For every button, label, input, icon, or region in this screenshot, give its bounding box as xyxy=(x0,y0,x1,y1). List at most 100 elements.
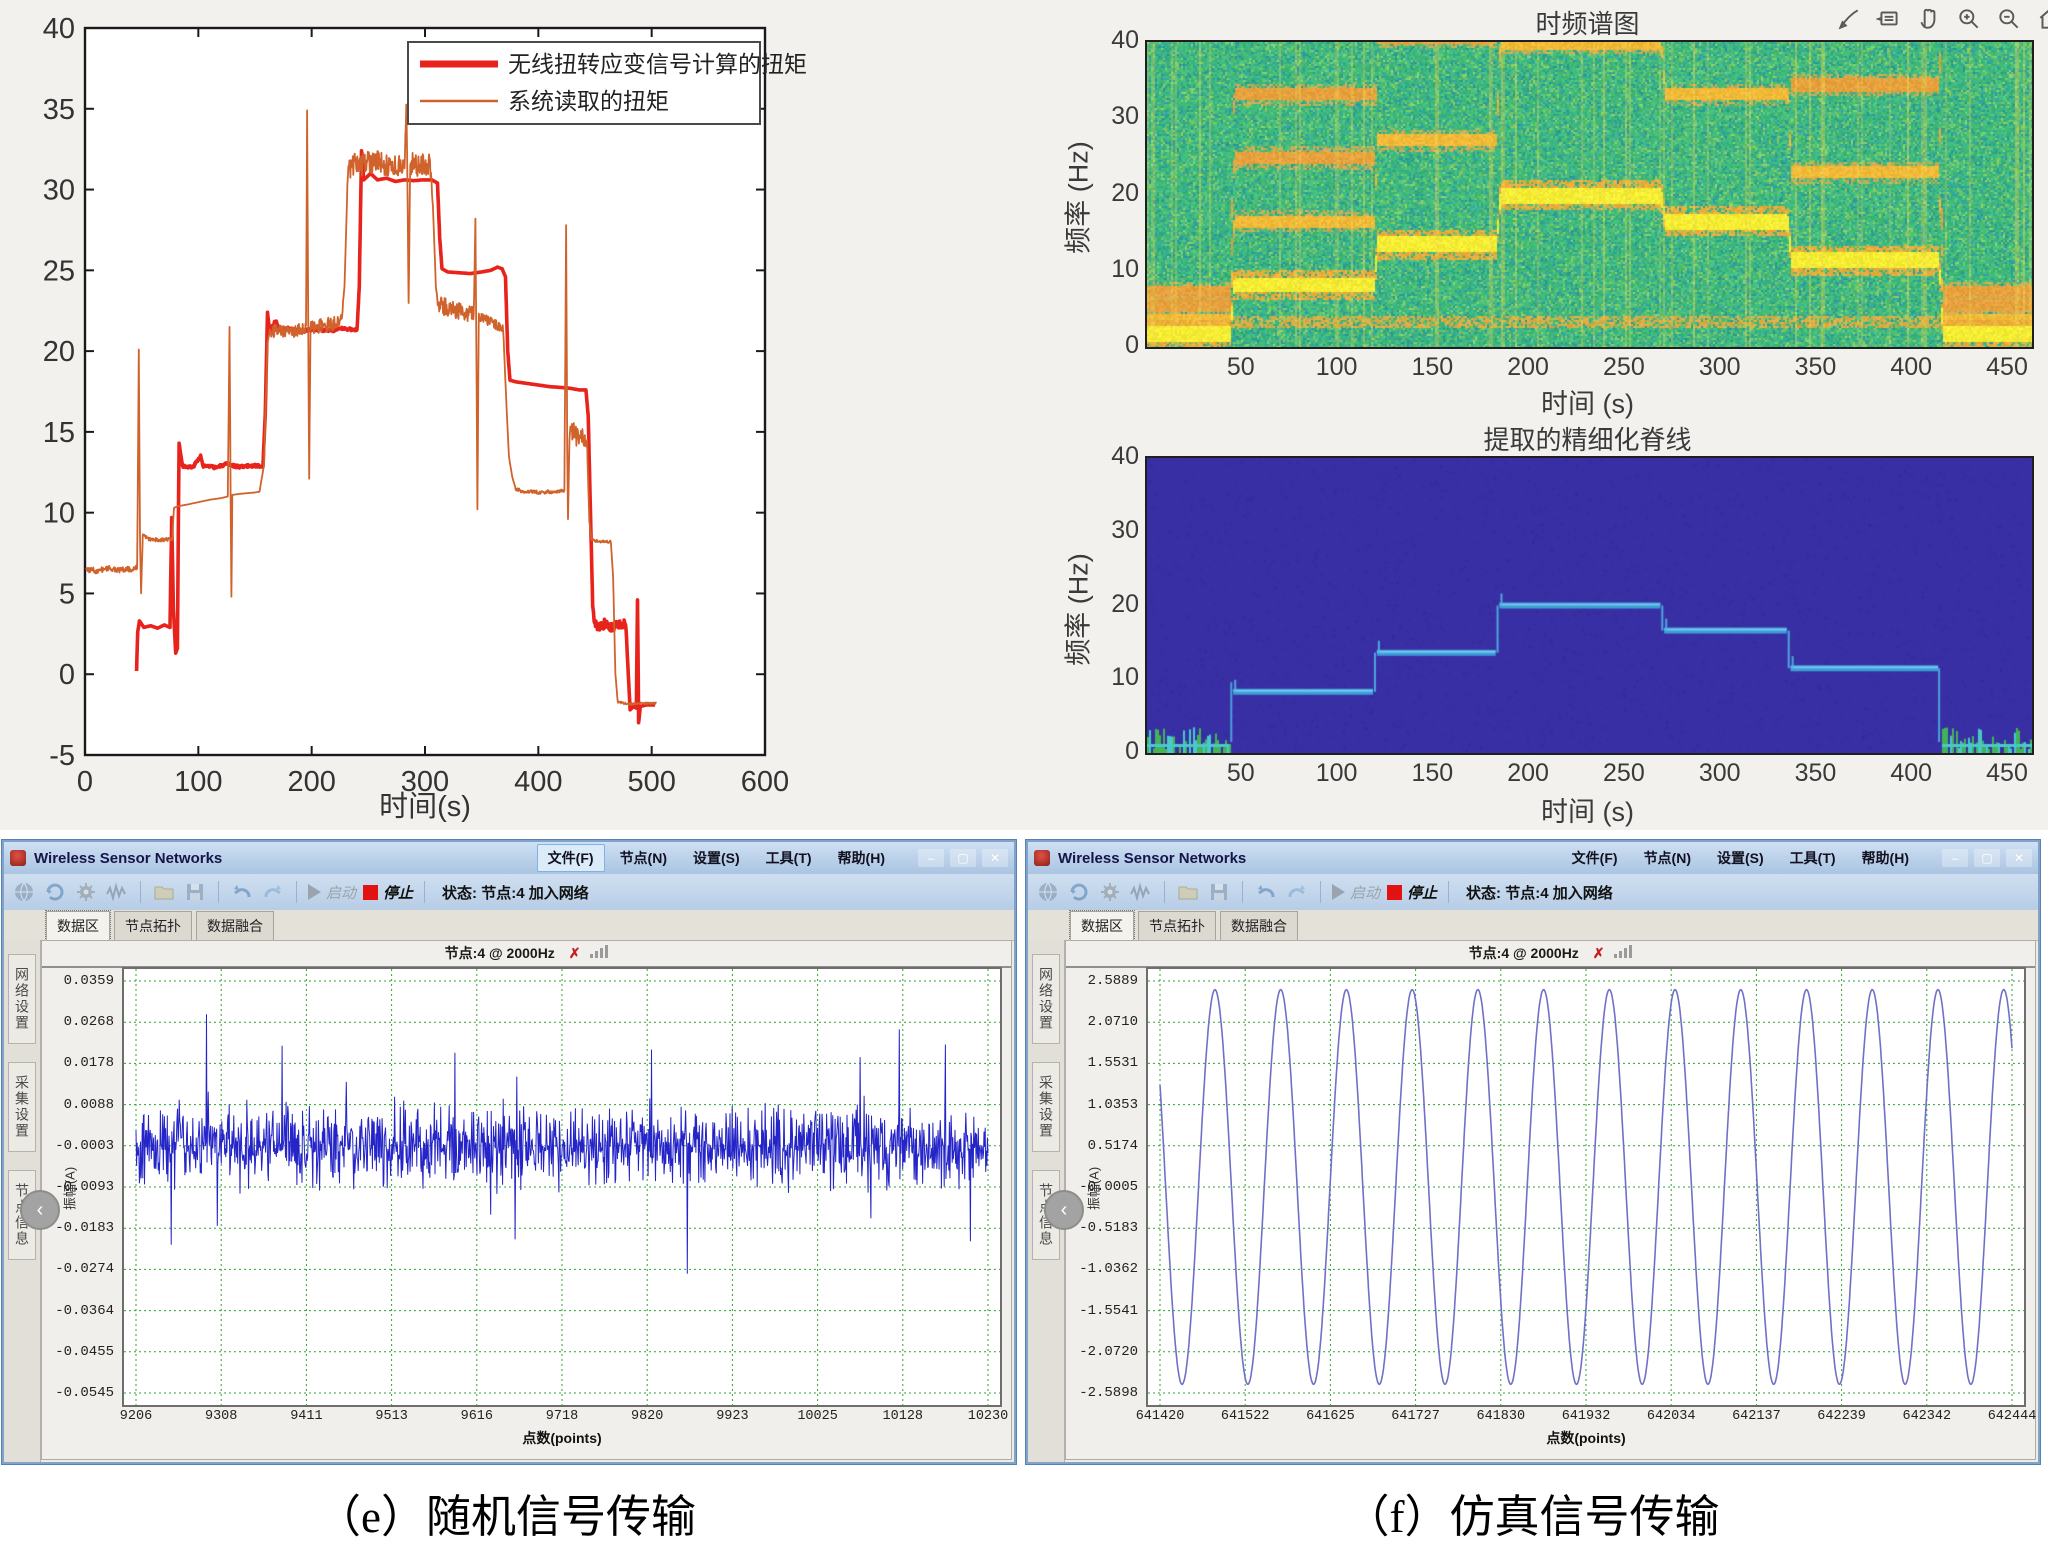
menu-settings[interactable]: 设置(S) xyxy=(1706,844,1775,872)
menu-node[interactable]: 节点(N) xyxy=(609,844,678,872)
collapse-sidebar-button[interactable]: ‹ xyxy=(1044,1190,1084,1230)
zoom-in-icon[interactable] xyxy=(1954,4,1984,34)
y-tick-labels: 2.58892.07101.55311.03530.5174-0.0005-0.… xyxy=(1070,967,1142,1407)
menu-settings[interactable]: 设置(S) xyxy=(682,844,751,872)
x-tick-labels: 6414206415226416256417276418306419326420… xyxy=(1146,1409,2026,1427)
window-content: 网络设置 采集设置 节点信息 ‹ 节点:4 @ 2000Hz ✗ 振幅(A) 0… xyxy=(4,940,1014,1462)
tab-strip: 数据区 节点拓扑 数据融合 xyxy=(1028,910,2038,941)
save-icon[interactable] xyxy=(1207,880,1231,904)
minimize-button[interactable]: – xyxy=(1942,849,1968,867)
open-file-icon[interactable] xyxy=(152,880,176,904)
close-button[interactable]: ✕ xyxy=(2006,849,2032,867)
menu-node[interactable]: 节点(N) xyxy=(1633,844,1702,872)
minimize-button[interactable]: – xyxy=(918,849,944,867)
refresh-icon[interactable] xyxy=(43,880,67,904)
title-bar[interactable]: Wireless Sensor Networks 文件(F) 节点(N) 设置(… xyxy=(1028,842,2038,874)
toolbar: 启动 停止 状态: 节点:4 加入网络 xyxy=(4,874,1014,910)
start-button[interactable]: 启动 xyxy=(308,882,356,903)
tab-data-area[interactable]: 数据区 xyxy=(46,911,110,940)
save-icon[interactable] xyxy=(183,880,207,904)
menu-help[interactable]: 帮助(H) xyxy=(827,844,896,872)
sidebar-tab-network-settings[interactable]: 网络设置 xyxy=(8,954,36,1044)
ridge-y-label: 频率 (Hz) xyxy=(1057,500,1096,720)
wsn-window-right: Wireless Sensor Networks 文件(F) 节点(N) 设置(… xyxy=(1026,840,2040,1464)
wsn-window-left: Wireless Sensor Networks 文件(F) 节点(N) 设置(… xyxy=(2,840,1016,1464)
svg-text:30: 30 xyxy=(43,175,75,207)
pan-icon[interactable] xyxy=(1914,4,1944,34)
stop-square-icon xyxy=(1387,885,1402,900)
menu-tools[interactable]: 工具(T) xyxy=(1779,844,1847,872)
tab-node-topology[interactable]: 节点拓扑 xyxy=(1138,911,1216,940)
refresh-icon[interactable] xyxy=(1067,880,1091,904)
connect-icon[interactable] xyxy=(12,880,36,904)
plot-header: 节点:4 @ 2000Hz ✗ xyxy=(1066,943,2035,968)
svg-text:15: 15 xyxy=(43,417,75,449)
play-icon xyxy=(308,884,321,900)
legend-entry-system: 系统读取的扭矩 xyxy=(508,88,669,114)
maximize-button[interactable]: ▢ xyxy=(950,849,976,867)
restore-view-icon[interactable] xyxy=(2034,4,2048,34)
points-axis-label: 点数(points) xyxy=(1146,1428,2026,1448)
svg-text:600: 600 xyxy=(741,766,789,798)
tab-data-fusion[interactable]: 数据融合 xyxy=(1220,911,1298,940)
menu-tools[interactable]: 工具(T) xyxy=(755,844,823,872)
sidebar-tab-network-settings[interactable]: 网络设置 xyxy=(1032,954,1060,1044)
svg-text:35: 35 xyxy=(43,94,75,126)
sidebar-tab-acquisition-settings[interactable]: 采集设置 xyxy=(8,1062,36,1152)
undo-icon[interactable] xyxy=(1254,880,1278,904)
signal-strength-icon xyxy=(1614,945,1632,958)
spectrogram-canvas xyxy=(1147,42,2032,347)
signal-plot-panel: 节点:4 @ 2000Hz ✗ 振幅(A) 0.03590.02680.0178… xyxy=(41,940,1012,1460)
caption-right: （f）仿真信号传输 xyxy=(1026,1480,2038,1545)
spectrogram-figure: 时频谱图 010203040 5010015020025030035040045… xyxy=(1024,0,2048,830)
ridge-plot xyxy=(1145,456,2034,755)
stop-square-icon xyxy=(363,885,378,900)
datatip-icon[interactable] xyxy=(1874,4,1904,34)
menu-file[interactable]: 文件(F) xyxy=(1561,844,1629,872)
menu-help[interactable]: 帮助(H) xyxy=(1851,844,1920,872)
collapse-sidebar-button[interactable]: ‹ xyxy=(20,1190,60,1230)
connect-icon[interactable] xyxy=(1036,880,1060,904)
menu-file[interactable]: 文件(F) xyxy=(537,844,605,872)
window-title: Wireless Sensor Networks xyxy=(1058,850,1246,867)
title-bar[interactable]: Wireless Sensor Networks 文件(F) 节点(N) 设置(… xyxy=(4,842,1014,874)
maximize-button[interactable]: ▢ xyxy=(1974,849,2000,867)
signal-strength-icon xyxy=(590,945,608,958)
tab-data-fusion[interactable]: 数据融合 xyxy=(196,911,274,940)
close-plot-icon[interactable]: ✗ xyxy=(1593,945,1605,961)
sidebar-tab-acquisition-settings[interactable]: 采集设置 xyxy=(1032,1062,1060,1152)
plot-header: 节点:4 @ 2000Hz ✗ xyxy=(42,943,1011,968)
waveform-icon[interactable] xyxy=(105,880,129,904)
waveform-icon[interactable] xyxy=(1129,880,1153,904)
zoom-out-icon[interactable] xyxy=(1994,4,2024,34)
menu-bar: 文件(F) 节点(N) 设置(S) 工具(T) 帮助(H) xyxy=(537,844,896,872)
signal-plot xyxy=(122,967,1002,1407)
stop-button[interactable]: 停止 xyxy=(1387,882,1437,903)
stop-button[interactable]: 停止 xyxy=(363,882,413,903)
start-button[interactable]: 启动 xyxy=(1332,882,1380,903)
settings-gear-icon[interactable] xyxy=(74,880,98,904)
plot-header-text: 节点:4 @ 2000Hz xyxy=(1469,945,1579,961)
x-tick-labels: 9206930894119513961697189820992310025101… xyxy=(122,1409,1002,1427)
app-icon xyxy=(1034,850,1050,866)
open-file-icon[interactable] xyxy=(1176,880,1200,904)
spectrogram-x-label: 时间 (s) xyxy=(1145,382,2030,421)
status-text: 状态: 节点:4 加入网络 xyxy=(1466,882,1613,903)
tab-node-topology[interactable]: 节点拓扑 xyxy=(114,911,192,940)
redo-icon[interactable] xyxy=(261,880,285,904)
torque-chart: 0100200300400500600-50510152025303540 扭矩… xyxy=(0,0,1024,830)
redo-icon[interactable] xyxy=(1285,880,1309,904)
toolbar: 启动 停止 状态: 节点:4 加入网络 xyxy=(1028,874,2038,910)
svg-text:500: 500 xyxy=(627,766,675,798)
svg-text:40: 40 xyxy=(43,13,75,45)
svg-text:20: 20 xyxy=(43,336,75,368)
svg-text:400: 400 xyxy=(514,766,562,798)
undo-icon[interactable] xyxy=(230,880,254,904)
close-plot-icon[interactable]: ✗ xyxy=(569,945,581,961)
brush-icon[interactable] xyxy=(1834,4,1864,34)
tab-data-area[interactable]: 数据区 xyxy=(1070,911,1134,940)
legend-entry-wireless: 无线扭转应变信号计算的扭矩 xyxy=(508,51,807,77)
y-tick-labels: 0.03590.02680.01780.0088-0.0003-0.0093-0… xyxy=(46,967,118,1407)
close-button[interactable]: ✕ xyxy=(982,849,1008,867)
settings-gear-icon[interactable] xyxy=(1098,880,1122,904)
